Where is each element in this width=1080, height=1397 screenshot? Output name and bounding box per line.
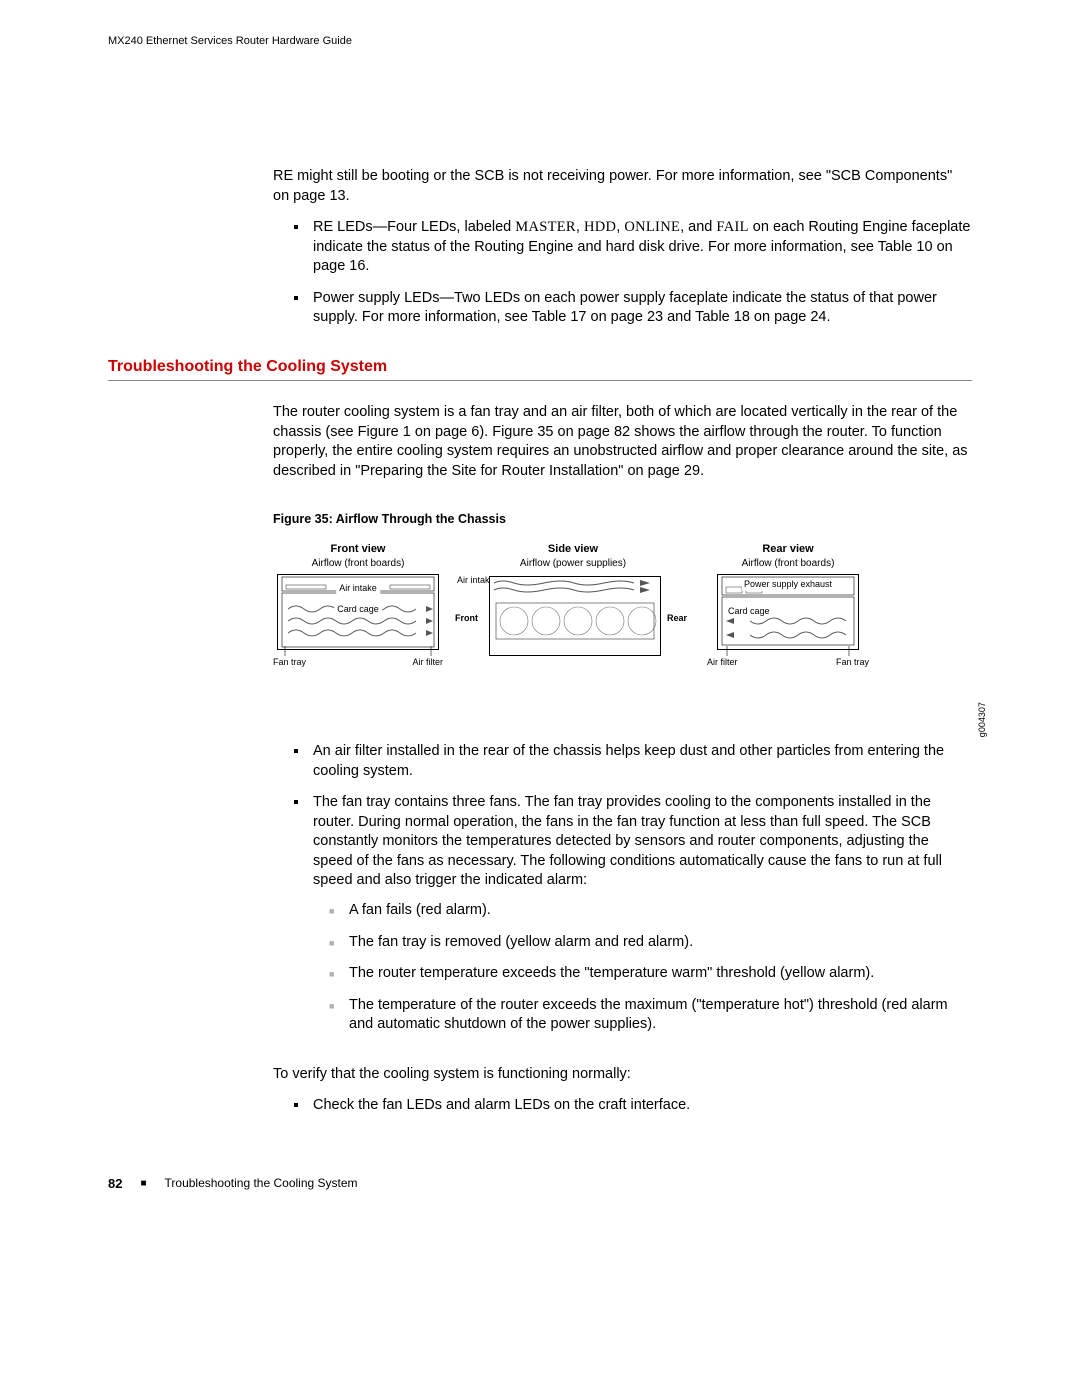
rear-view-sub: Airflow (front boards)	[703, 557, 873, 571]
rear-ps-exhaust-label: Power supply exhaust	[742, 578, 834, 590]
list-item: RE LEDs—Four LEDs, labeled MASTER, HDD, …	[309, 218, 972, 277]
page-number: 82	[108, 1176, 122, 1191]
figure-id: g004307	[976, 702, 988, 737]
side-front-label: Front	[455, 612, 478, 624]
list-item: A fan fails (red alarm).	[349, 901, 972, 921]
list-item: The fan tray contains three fans. The fa…	[309, 793, 972, 1035]
side-rear-label: Rear	[667, 612, 687, 624]
alarm-conditions-list: A fan fails (red alarm). The fan tray is…	[313, 901, 972, 1035]
list-item: Power supply LEDs—Two LEDs on each power…	[309, 289, 972, 328]
rear-card-cage-label: Card cage	[726, 605, 772, 617]
rear-view-title: Rear view	[703, 542, 873, 557]
label-master: MASTER	[515, 219, 576, 235]
front-view-sub: Airflow (front boards)	[273, 557, 443, 571]
front-card-cage-label: Card cage	[334, 603, 382, 615]
footer-bullet-icon: ■	[140, 1178, 146, 1189]
airflow-figure: Front view Airflow (front boards)	[273, 542, 972, 702]
side-view-title: Side view	[463, 542, 683, 557]
cooling-bullet-list: An air filter installed in the rear of t…	[273, 742, 972, 1035]
continued-paragraph: RE might still be booting or the SCB is …	[273, 167, 972, 206]
list-item: The fan tray is removed (yellow alarm an…	[349, 933, 972, 953]
intro-bullet-list: RE LEDs—Four LEDs, labeled MASTER, HDD, …	[273, 218, 972, 328]
verify-paragraph: To verify that the cooling system is fun…	[273, 1065, 972, 1085]
page-footer: 82 ■ Troubleshooting the Cooling System	[108, 1176, 972, 1191]
running-header: MX240 Ethernet Services Router Hardware …	[108, 35, 972, 47]
front-air-intake-label: Air intake	[336, 582, 380, 594]
list-item: The router temperature exceeds the "temp…	[349, 964, 972, 984]
section-paragraph: The router cooling system is a fan tray …	[273, 403, 972, 481]
list-item: An air filter installed in the rear of t…	[309, 742, 972, 781]
side-view-sub: Airflow (power supplies)	[463, 557, 683, 571]
label-online: ONLINE	[624, 219, 680, 235]
footer-section-title: Troubleshooting the Cooling System	[165, 1176, 358, 1190]
figure-caption: Figure 35: Airflow Through the Chassis	[273, 511, 972, 528]
section-rule	[108, 380, 972, 381]
section-heading: Troubleshooting the Cooling System	[108, 358, 972, 376]
front-view-title: Front view	[273, 542, 443, 557]
label-hdd: HDD	[584, 219, 616, 235]
list-item: The temperature of the router exceeds th…	[349, 996, 972, 1035]
verify-bullet-list: Check the fan LEDs and alarm LEDs on the…	[273, 1096, 972, 1116]
list-item: Check the fan LEDs and alarm LEDs on the…	[309, 1096, 972, 1116]
bullet1-text-a: RE LEDs—Four LEDs, labeled	[313, 219, 515, 235]
label-fail: FAIL	[716, 219, 748, 235]
